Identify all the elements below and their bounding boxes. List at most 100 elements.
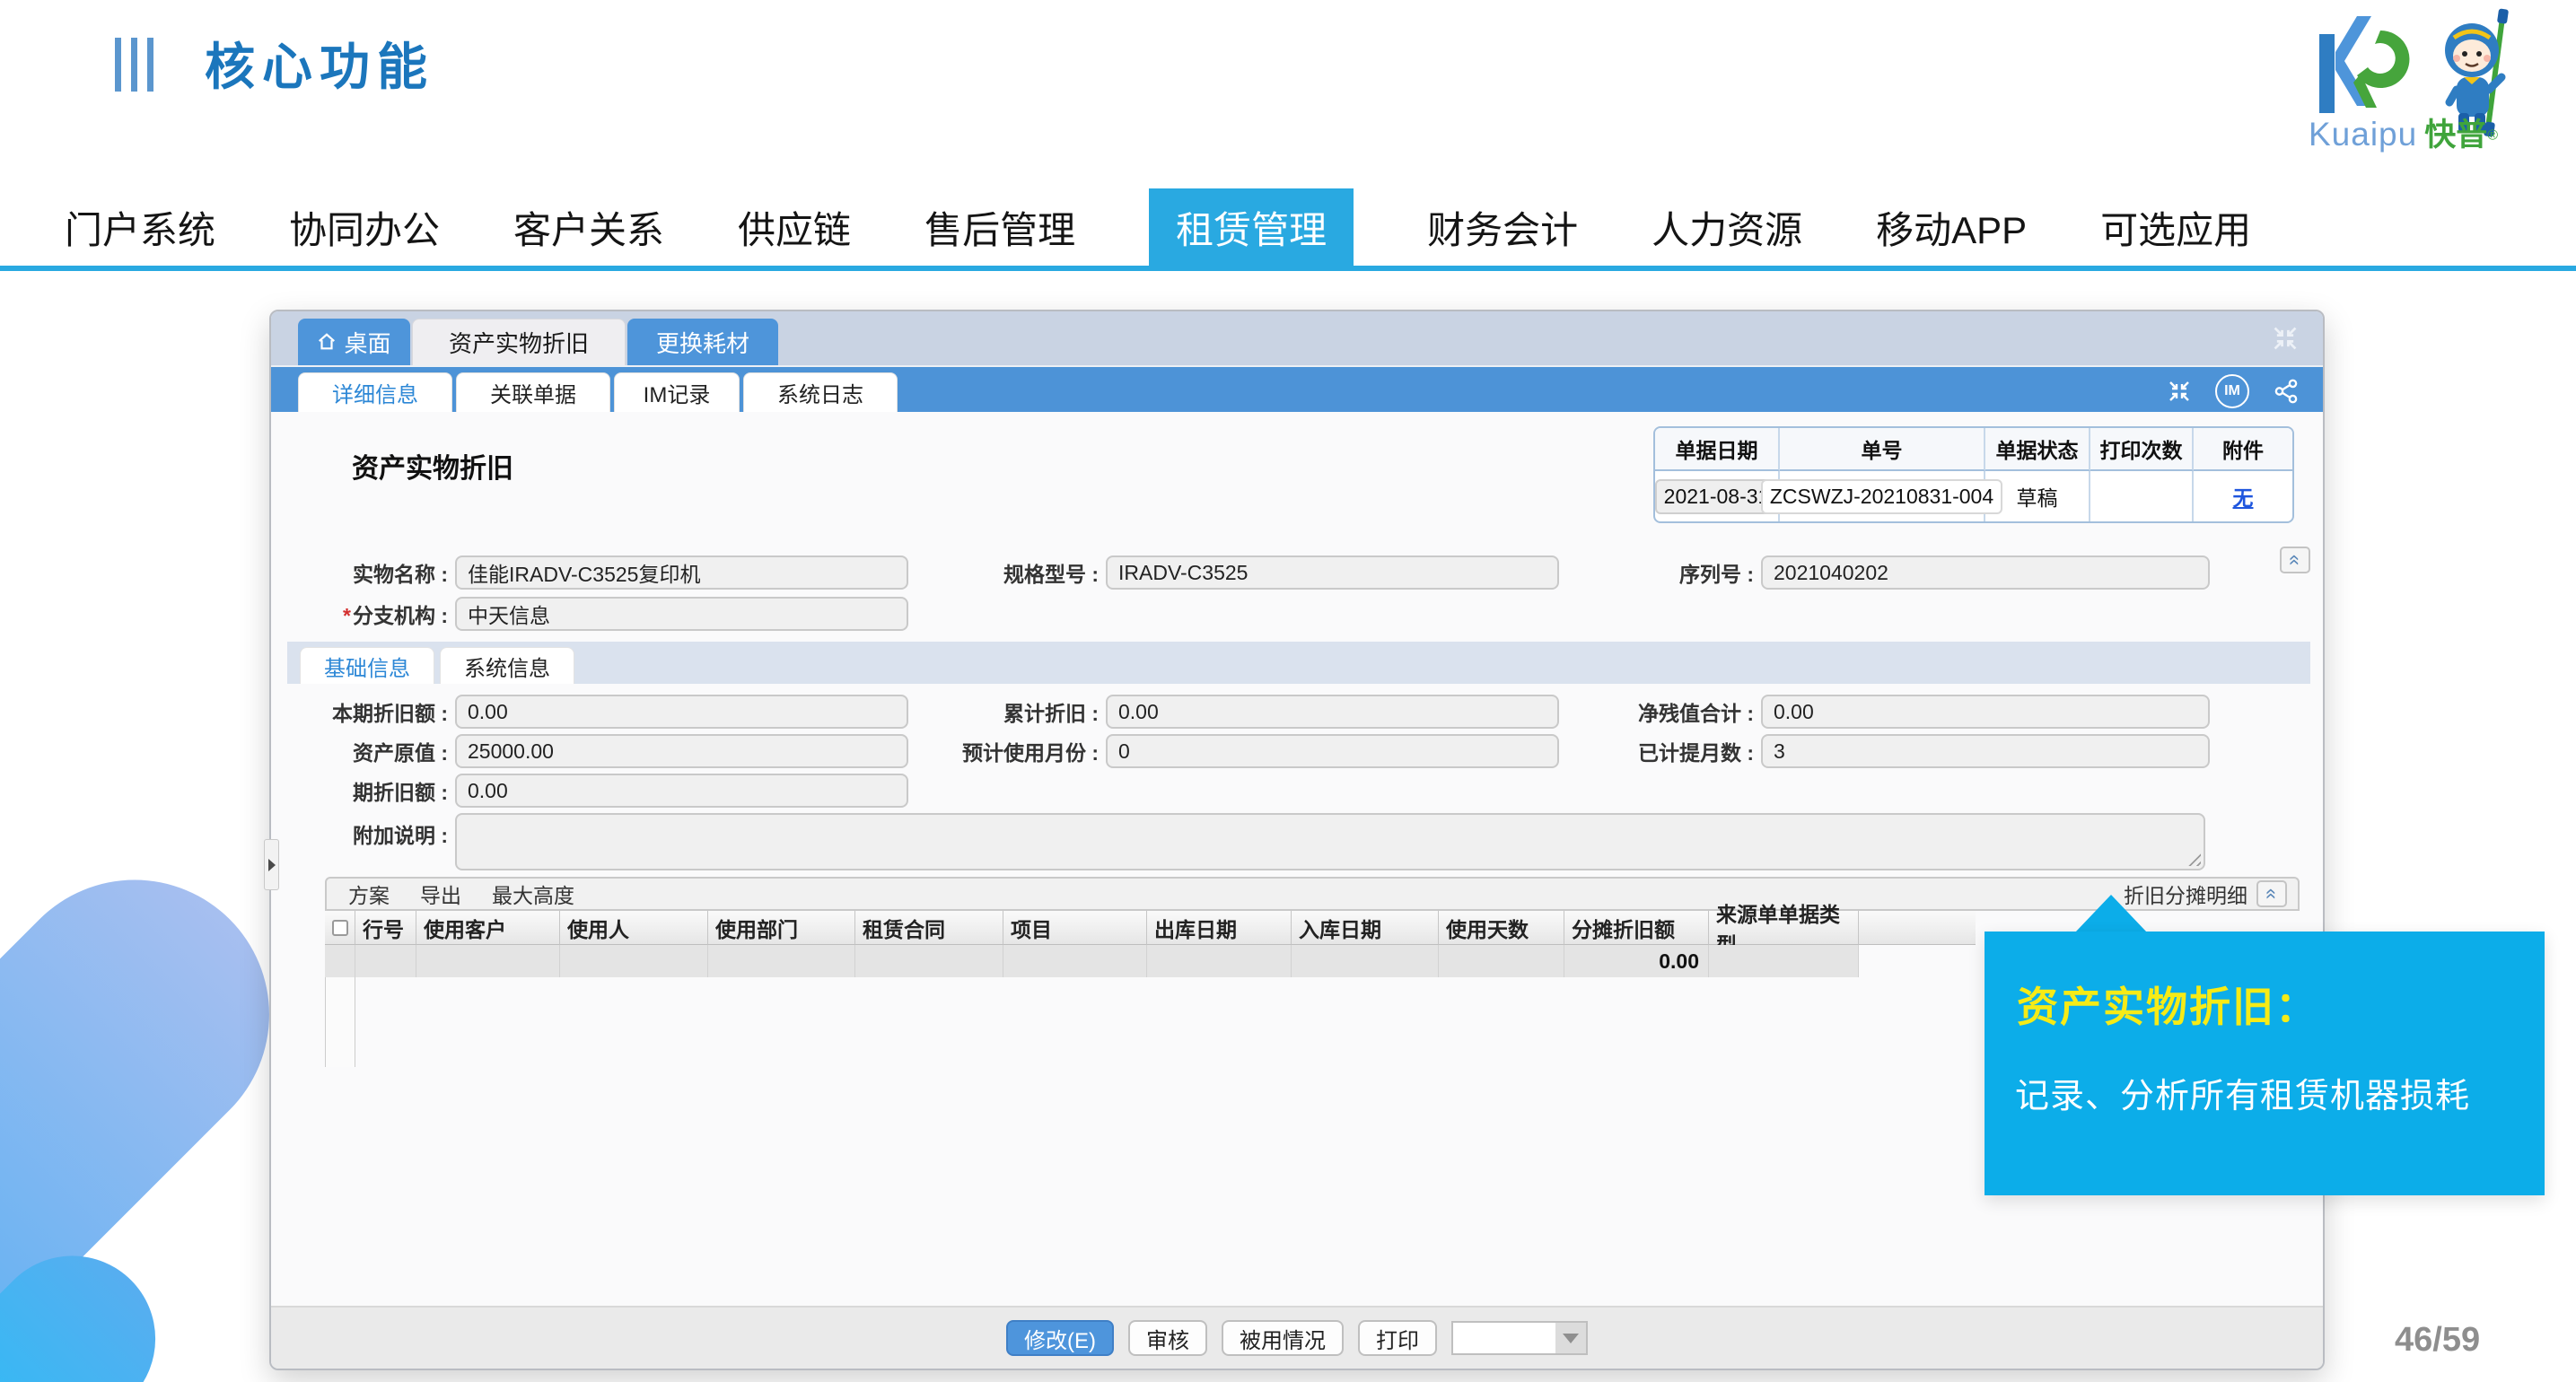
period-depreciation-label: 期折旧额 : xyxy=(307,775,455,806)
doc-cell-prints xyxy=(2090,471,2194,521)
detail-row-filler xyxy=(1859,945,1976,977)
toolbar-plan-link[interactable]: 方案 xyxy=(348,879,390,909)
doc-cell-no: ZCSWZJ-20210831-004 xyxy=(1780,471,1985,521)
doc-summary-table: 单据日期 单号 单据状态 打印次数 附件 2021-08-31 ZCSWZJ-2… xyxy=(1653,426,2294,523)
logo-en: Kuaipu xyxy=(2309,116,2417,153)
tab-desktop-label: 桌面 xyxy=(344,326,390,359)
asset-name-label: 实物名称 : xyxy=(307,557,455,588)
usage-status-button[interactable]: 被用情况 xyxy=(1222,1320,1344,1356)
net-residual-label: 净残值合计 : xyxy=(1608,696,1761,727)
attachment-link[interactable]: 无 xyxy=(2233,481,2254,512)
logo-cn: 快普 xyxy=(2424,118,2487,153)
resize-handle-icon[interactable] xyxy=(2188,853,2201,866)
nav-tab-mobile-app[interactable]: 移动APP xyxy=(1876,188,2027,266)
tab-asset-depreciation[interactable]: 资产实物折旧 xyxy=(412,319,626,365)
serial-label: 序列号 : xyxy=(1608,557,1761,588)
im-icon[interactable]: IM xyxy=(2215,374,2249,408)
page-title: 核心功能 xyxy=(205,27,434,100)
field-asset-name: 实物名称 : 佳能IRADV-C3525复印机 xyxy=(307,555,908,590)
nav-tab-finance[interactable]: 财务会计 xyxy=(1427,188,1578,266)
tab-basic-info[interactable]: 基础信息 xyxy=(300,647,434,684)
nav-tab-supply[interactable]: 供应链 xyxy=(738,188,851,266)
accumulated-depreciation-label: 累计折旧 : xyxy=(953,696,1106,727)
detail-toolbar: 方案 导出 最大高度 折旧分摊明细 « xyxy=(325,877,2300,911)
title-bars-icon xyxy=(115,38,153,92)
nav-tab-leasing-active[interactable]: 租赁管理 xyxy=(1149,188,1354,266)
home-icon xyxy=(317,332,337,352)
net-residual-input[interactable]: 0.00 xyxy=(1761,695,2210,729)
print-button[interactable]: 打印 xyxy=(1358,1320,1437,1356)
period-depreciation-input[interactable]: 0.00 xyxy=(455,774,908,808)
detail-header-inbound-date: 入库日期 xyxy=(1292,911,1439,945)
main-nav: 门户系统 协同办公 客户关系 供应链 售后管理 租赁管理 财务会计 人力资源 移… xyxy=(0,188,2576,271)
sidebar-collapse-handle[interactable] xyxy=(264,839,279,890)
accumulated-depreciation-input[interactable]: 0.00 xyxy=(1106,695,1559,729)
window-subtab-bar: 详细信息 关联单据 IM记录 系统日志 IM xyxy=(271,367,2323,412)
subtab-detail-info[interactable]: 详细信息 xyxy=(298,372,452,412)
callout-title: 资产实物折旧： xyxy=(2017,975,2318,1034)
logo-text: Kuaipu快普® xyxy=(2309,109,2498,155)
share-icon[interactable] xyxy=(2273,378,2300,405)
field-accumulated-depreciation: 累计折旧 : 0.00 xyxy=(953,695,1559,729)
collapse-header-button[interactable]: « xyxy=(2280,547,2310,573)
nav-tab-portal[interactable]: 门户系统 xyxy=(65,188,215,266)
serial-input[interactable]: 2021040202 xyxy=(1761,555,2210,590)
edit-button[interactable]: 修改(E) xyxy=(1006,1320,1114,1356)
collapse-panel-icon[interactable] xyxy=(2167,379,2192,404)
tab-replace-consumables[interactable]: 更换耗材 xyxy=(627,319,778,365)
required-asterisk: * xyxy=(343,604,351,627)
nav-tab-office[interactable]: 协同办公 xyxy=(289,188,440,266)
detail-header-lease-contract: 租赁合同 xyxy=(855,911,1003,945)
nav-tab-crm[interactable]: 客户关系 xyxy=(513,188,664,266)
select-all-checkbox[interactable] xyxy=(332,920,348,936)
field-model: 规格型号 : IRADV-C3525 xyxy=(953,555,1559,590)
tab-system-info[interactable]: 系统信息 xyxy=(440,647,574,684)
subtab-im-records[interactable]: IM记录 xyxy=(614,372,740,412)
callout-body: 记录、分析所有租赁机器损耗 xyxy=(2015,1068,2470,1117)
subtab-icons: IM xyxy=(2167,374,2300,408)
detail-row-cell xyxy=(560,945,708,977)
collapse-window-icon[interactable] xyxy=(2271,324,2300,353)
note-label: 附加说明 : xyxy=(307,813,455,849)
detail-header-row-no: 行号 xyxy=(355,911,416,945)
subtab-system-log[interactable]: 系统日志 xyxy=(743,372,898,412)
callout-pointer xyxy=(2075,895,2147,932)
model-input[interactable]: IRADV-C3525 xyxy=(1106,555,1559,590)
toolbar-export-link[interactable]: 导出 xyxy=(420,879,461,909)
asset-name-input[interactable]: 佳能IRADV-C3525复印机 xyxy=(455,555,908,590)
current-depreciation-input[interactable]: 0.00 xyxy=(455,695,908,729)
arrow-right-icon xyxy=(268,859,276,871)
accrued-months-input[interactable]: 3 xyxy=(1761,734,2210,768)
audit-button[interactable]: 审核 xyxy=(1128,1320,1207,1356)
tab-desktop[interactable]: 桌面 xyxy=(298,319,410,365)
chevron-up-icon: « xyxy=(2262,888,2282,899)
field-estimated-months: 预计使用月份 : 0 xyxy=(953,734,1559,768)
toolbar-max-height-link[interactable]: 最大高度 xyxy=(492,879,574,909)
print-format-select[interactable] xyxy=(1451,1321,1588,1355)
original-value-input[interactable]: 25000.00 xyxy=(455,734,908,768)
note-textarea[interactable] xyxy=(455,813,2205,870)
detail-header-checkbox xyxy=(325,911,355,945)
branch-input[interactable]: 中天信息 xyxy=(455,597,908,631)
branch-label-text: 分支机构 : xyxy=(353,604,448,627)
chevron-up-icon: « xyxy=(2285,555,2305,565)
collapse-detail-button[interactable]: « xyxy=(2256,880,2287,907)
app-window: 桌面 资产实物折旧 更换耗材 详细信息 关联单据 IM记录 系统日志 IM 资产… xyxy=(269,310,2325,1370)
detail-header-customer: 使用客户 xyxy=(416,911,560,945)
nav-tab-hr[interactable]: 人力资源 xyxy=(1652,188,1802,266)
doc-header-date: 单据日期 xyxy=(1655,428,1780,471)
detail-row-cell xyxy=(1147,945,1292,977)
kp-logo-mark xyxy=(2318,14,2412,118)
estimated-months-input[interactable]: 0 xyxy=(1106,734,1559,768)
detail-grid-left-strip xyxy=(325,977,355,1067)
field-current-depreciation: 本期折旧额 : 0.00 xyxy=(307,695,908,729)
toolbar-links: 方案 导出 最大高度 xyxy=(327,879,574,909)
nav-tab-aftersale[interactable]: 售后管理 xyxy=(924,188,1075,266)
page-number: 46/59 xyxy=(2395,1321,2480,1360)
nav-tab-optional[interactable]: 可选应用 xyxy=(2100,188,2251,266)
field-accrued-months: 已计提月数 : 3 xyxy=(1608,734,2210,768)
detail-row-cell xyxy=(416,945,560,977)
subtab-related-docs[interactable]: 关联单据 xyxy=(456,372,610,412)
field-original-value: 资产原值 : 25000.00 xyxy=(307,734,908,768)
detail-row-amount-cell: 0.00 xyxy=(1564,945,1709,977)
